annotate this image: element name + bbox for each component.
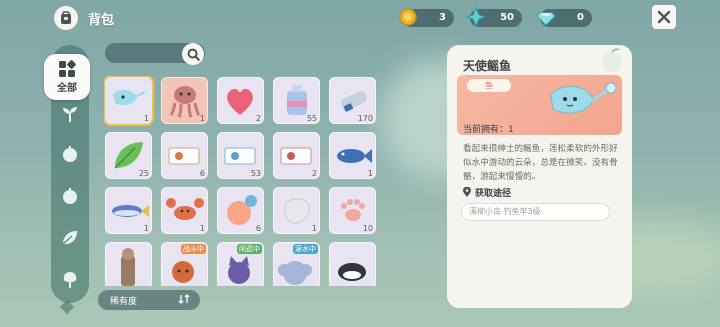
item-slot-paw[interactable]: 10: [329, 187, 376, 234]
tree-icon: [63, 272, 77, 288]
item-count: 10: [362, 224, 373, 233]
source-heading: 获取途径: [475, 189, 512, 199]
owned-count: 当前拥有：1: [463, 125, 514, 135]
currency-diamond: 0: [536, 9, 592, 27]
close-icon: [657, 10, 671, 24]
close-button[interactable]: [652, 5, 676, 29]
category-fruit[interactable]: [51, 137, 89, 171]
category-fruit-2[interactable]: [51, 179, 89, 213]
item-count: 2: [255, 114, 261, 123]
item-grid: 1 1 2 55 170 25 6 53 2 1 1 1 6 1 10 战斗中 …: [104, 76, 380, 286]
item-slot-blue-ticket[interactable]: 53: [217, 132, 264, 179]
currency-diamond-value: 0: [577, 12, 584, 23]
status-badge: 滚水中: [293, 244, 318, 254]
item-count: 1: [143, 224, 149, 233]
status-badge: 战斗中: [181, 244, 206, 254]
item-count: 2: [311, 169, 317, 178]
leaf-icon: [62, 231, 77, 245]
item-slot-tower[interactable]: [105, 242, 152, 286]
grid-icon: [59, 60, 76, 77]
item-count: 55: [306, 114, 317, 123]
category-leaf[interactable]: [51, 221, 89, 255]
item-count: 53: [250, 169, 261, 178]
item-slot-red-panda[interactable]: 战斗中: [161, 242, 208, 286]
currency-gold-value: 3: [439, 12, 446, 23]
item-slot-stingray[interactable]: 1: [105, 77, 152, 124]
item-detail-panel: 天使鳐鱼 鱼 当前拥有：1 看起来很绅士的鳐鱼，莲松柔软的外形好似水中游动的云朵…: [447, 45, 632, 308]
currency-gold: 3: [399, 8, 454, 27]
backpack-icon[interactable]: [54, 6, 78, 30]
category-all-label: 全部: [57, 83, 77, 94]
source-entry[interactable]: 溪柳小岛 钓鱼竿3级: [461, 203, 610, 221]
category-all-tab[interactable]: 全部: [44, 54, 90, 100]
sort-order-icon: [178, 294, 190, 304]
item-count: 6: [255, 224, 261, 233]
item-count: 25: [138, 169, 149, 178]
item-count: 1: [199, 114, 205, 123]
page-title: 背包: [88, 13, 115, 28]
search-button[interactable]: [182, 43, 204, 65]
status-badge: 闲逛中: [237, 244, 262, 254]
location-pin-icon: [463, 187, 471, 197]
currency-star: 50: [466, 7, 522, 27]
currency-star-value: 50: [500, 12, 514, 23]
item-slot-bottle[interactable]: 55: [273, 77, 320, 124]
item-slot-heart-jelly[interactable]: 2: [217, 77, 264, 124]
item-slot-purple-cat[interactable]: 闲逛中: [217, 242, 264, 286]
category-tree[interactable]: [51, 263, 89, 297]
item-count: 6: [199, 169, 205, 178]
apple-icon: [63, 188, 77, 204]
item-category-chip: 鱼: [467, 79, 511, 92]
gold-coin-icon: [399, 8, 417, 26]
item-slot-octopus[interactable]: 1: [161, 77, 208, 124]
top-bar: 背包 3 50 0: [0, 0, 720, 36]
category-sprout[interactable]: [51, 97, 89, 131]
item-name: 天使鳐鱼: [463, 59, 512, 73]
item-slot-ticket-2[interactable]: 2: [273, 132, 320, 179]
star-crystal-icon: [466, 7, 486, 27]
search-icon: [187, 48, 200, 61]
item-count: 170: [357, 114, 373, 123]
item-slot-elephant[interactable]: 滚水中: [273, 242, 320, 286]
item-count: 1: [199, 224, 205, 233]
sort-button[interactable]: 稀有度: [98, 290, 200, 310]
item-slot-leaf[interactable]: 25: [105, 132, 152, 179]
stingray-image: [550, 82, 617, 114]
item-slot-crab[interactable]: 1: [161, 187, 208, 234]
sort-label: 稀有度: [110, 297, 138, 307]
apple-icon: [63, 146, 77, 162]
item-slot-clear-gem[interactable]: 1: [273, 187, 320, 234]
item-slot-orca[interactable]: [329, 242, 376, 286]
fruit-badge-icon: [602, 48, 622, 72]
item-slot-tuna[interactable]: 1: [105, 187, 152, 234]
item-count: 1: [143, 114, 149, 123]
item-slot-spray[interactable]: 170: [329, 77, 376, 124]
item-count: 1: [367, 169, 373, 178]
item-description: 看起来很绅士的鳐鱼，莲松柔软的外形好似水中游动的云朵，总是在微笑。没有骨骼，游起…: [463, 144, 618, 182]
item-count: 1: [311, 224, 317, 233]
diamond-icon: [536, 12, 556, 26]
item-slot-ticket[interactable]: 6: [161, 132, 208, 179]
item-slot-blue-fish[interactable]: 1: [329, 132, 376, 179]
sprout-icon: [63, 107, 77, 122]
item-slot-peach[interactable]: 6: [217, 187, 264, 234]
